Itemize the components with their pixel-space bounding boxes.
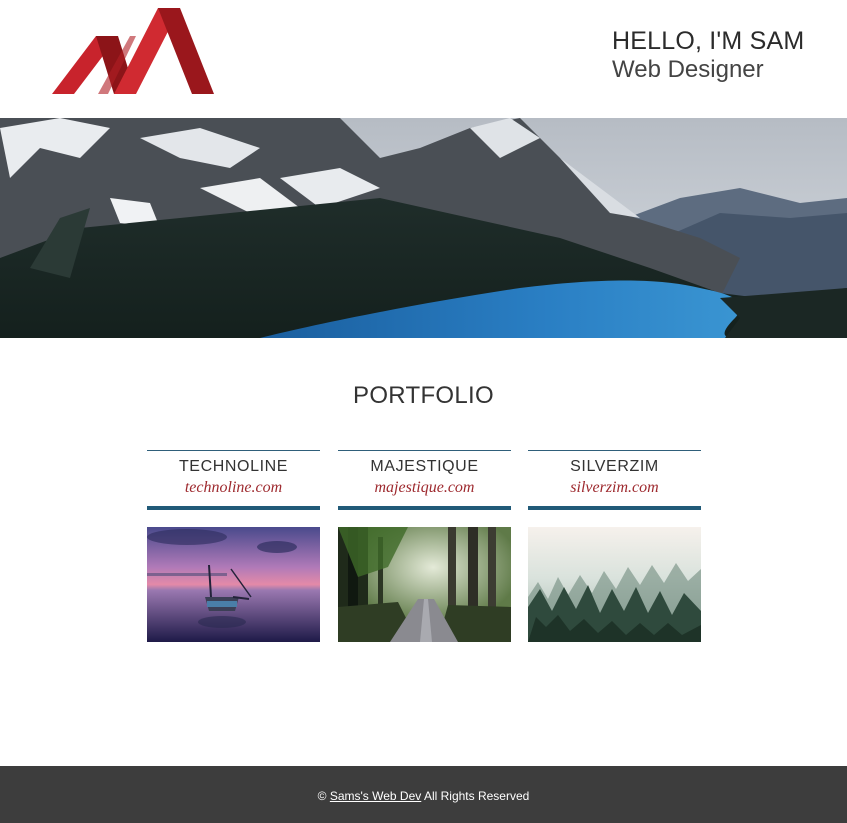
intro-role: Web Designer bbox=[612, 56, 764, 83]
site-footer: © Sams's Web Dev All Rights Reserved bbox=[0, 766, 847, 823]
portfolio-card-header: SILVERZIM silverzim.com bbox=[528, 450, 701, 510]
portfolio-card-header: MAJESTIQUE majestique.com bbox=[338, 450, 511, 510]
footer-link[interactable]: Sams's Web Dev bbox=[330, 789, 421, 803]
portfolio-card-name: MAJESTIQUE bbox=[370, 458, 479, 475]
portfolio-card-thumbnail[interactable] bbox=[528, 527, 701, 642]
portfolio-grid: TECHNOLINE technoline.com MAJESTIQUE maj… bbox=[147, 450, 701, 642]
portfolio-card-header: TECHNOLINE technoline.com bbox=[147, 450, 320, 510]
portfolio-card-url[interactable]: silverzim.com bbox=[528, 478, 701, 498]
misty-pine-forest-image bbox=[528, 527, 701, 642]
logo[interactable] bbox=[52, 8, 216, 96]
hero-image bbox=[0, 118, 847, 338]
copyright-symbol: © bbox=[317, 789, 327, 803]
portfolio-card-thumbnail[interactable] bbox=[338, 527, 511, 642]
portfolio-card-thumbnail[interactable] bbox=[147, 527, 320, 642]
intro-name: HELLO, I'M SAM bbox=[612, 27, 805, 55]
footer-rights: All Rights Reserved bbox=[423, 789, 530, 803]
page: HELLO, I'M SAM Web Designer PORTFOLIO TE… bbox=[0, 0, 847, 823]
portfolio-card-silverzim[interactable]: SILVERZIM silverzim.com bbox=[528, 450, 701, 642]
portfolio-card-name: SILVERZIM bbox=[570, 458, 659, 475]
footer-text: © Sams's Web Dev All Rights Reserved bbox=[318, 789, 530, 803]
mountain-lake-landscape-image bbox=[0, 118, 847, 338]
forest-road-image bbox=[338, 527, 511, 642]
portfolio-card-url[interactable]: majestique.com bbox=[338, 478, 511, 498]
red-m-logo-icon bbox=[52, 8, 214, 94]
portfolio-card-name: TECHNOLINE bbox=[178, 458, 289, 475]
boat-at-sunset-image bbox=[147, 527, 320, 642]
portfolio-card-majestique[interactable]: MAJESTIQUE majestique.com bbox=[338, 450, 511, 642]
site-header: HELLO, I'M SAM Web Designer bbox=[0, 0, 847, 118]
portfolio-card-url[interactable]: technoline.com bbox=[147, 478, 320, 498]
portfolio-card-technoline[interactable]: TECHNOLINE technoline.com bbox=[147, 450, 320, 642]
portfolio-title: PORTFOLIO bbox=[353, 382, 494, 409]
intro: HELLO, I'M SAM Web Designer bbox=[612, 26, 832, 84]
